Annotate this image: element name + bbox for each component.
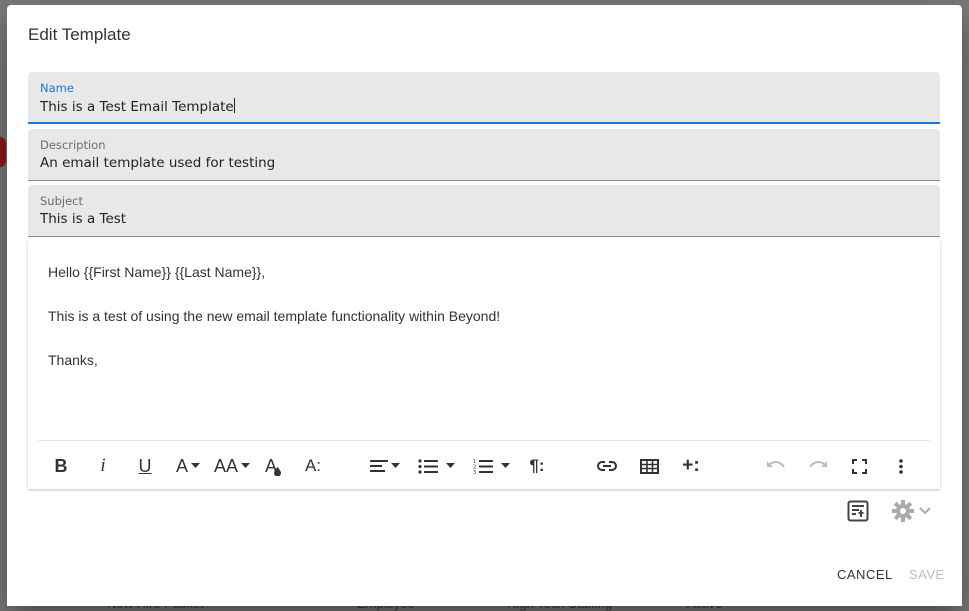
font-family-button[interactable]: A	[170, 449, 206, 483]
insert-more-button[interactable]: +:	[676, 449, 706, 483]
chevron-down-icon	[241, 463, 250, 468]
underline-icon: U	[138, 455, 152, 476]
save-button[interactable]: SAVE	[909, 563, 945, 587]
settings-menu-button[interactable]	[892, 497, 938, 525]
description-label: Description	[40, 138, 106, 152]
toolbar-divider	[38, 440, 930, 441]
font-size-icon: AA	[213, 455, 238, 476]
subject-input[interactable]: This is a Test	[40, 211, 126, 227]
description-field[interactable]: Description An email template used for t…	[28, 129, 940, 181]
align-button[interactable]	[366, 449, 404, 483]
font-family-icon: A	[175, 455, 188, 476]
editor-paragraph: Hello {{First Name}} {{Last Name}},	[48, 264, 266, 280]
redo-button[interactable]	[803, 449, 833, 483]
italic-icon: i	[100, 455, 106, 476]
chevron-down-icon	[445, 463, 455, 468]
more-options-button[interactable]	[886, 449, 916, 483]
subject-label: Subject	[40, 194, 83, 208]
redo-icon	[809, 461, 827, 468]
cancel-button[interactable]: CANCEL	[837, 563, 893, 587]
edit-template-dialog: Edit Template Name This is a Test Email …	[7, 5, 962, 606]
name-value: This is a Test Email Template	[40, 99, 234, 115]
undo-button[interactable]	[761, 449, 791, 483]
fullscreen-button[interactable]	[844, 449, 874, 483]
name-input[interactable]: This is a Test Email Template	[40, 98, 235, 115]
plus-icon: +:	[682, 455, 700, 476]
inline-style-button[interactable]: A:	[298, 449, 328, 483]
bold-icon: B	[54, 455, 68, 476]
name-label: Name	[40, 81, 74, 95]
more-vertical-icon	[899, 458, 903, 474]
bullet-list-icon	[417, 458, 438, 474]
subject-field[interactable]: Subject This is a Test	[28, 185, 940, 237]
template-fields-button[interactable]	[847, 497, 873, 525]
link-icon	[597, 461, 617, 471]
chevron-down-icon	[391, 463, 400, 468]
text-color-button[interactable]: A	[258, 449, 288, 483]
pilcrow-icon: ¶:	[529, 456, 545, 475]
gear-icon	[892, 500, 914, 522]
editor-content[interactable]: Hello {{First Name}} {{Last Name}}, This…	[48, 261, 920, 393]
font-size-button[interactable]: AA	[212, 449, 252, 483]
background-badge	[0, 137, 6, 167]
underline-button[interactable]: U	[130, 449, 160, 483]
chevron-down-icon	[191, 463, 200, 468]
italic-button[interactable]: i	[88, 449, 118, 483]
rich-text-editor[interactable]: Hello {{First Name}} {{Last Name}}, This…	[28, 239, 940, 489]
text-color-icon: A	[264, 455, 277, 476]
insert-table-button[interactable]	[634, 449, 664, 483]
text-caret	[233, 98, 235, 113]
fullscreen-icon	[851, 458, 867, 474]
undo-icon	[767, 461, 785, 468]
ordered-list-button[interactable]: 123	[468, 449, 514, 483]
numbered-list-icon: 123	[473, 459, 493, 474]
inline-style-icon: A:	[304, 456, 322, 475]
table-icon	[639, 458, 659, 474]
description-input[interactable]: An email template used for testing	[40, 155, 275, 171]
align-left-icon	[370, 460, 388, 472]
insert-link-button[interactable]	[592, 449, 622, 483]
editor-paragraph: This is a test of using the new email te…	[48, 308, 501, 324]
dialog-title: Edit Template	[28, 25, 131, 44]
editor-paragraph: Thanks,	[48, 352, 98, 368]
chevron-down-icon	[500, 463, 510, 468]
name-field[interactable]: Name This is a Test Email Template	[28, 72, 940, 124]
svg-text:3: 3	[473, 470, 476, 474]
editor-toolbar: B i U A AA A A: 1 2 3 ¶: +:	[28, 449, 940, 483]
chevron-down-icon	[919, 507, 931, 515]
paragraph-format-button[interactable]: ¶:	[522, 449, 552, 483]
bold-button[interactable]: B	[46, 449, 76, 483]
template-fields-icon	[847, 500, 869, 522]
unordered-list-button[interactable]	[414, 449, 458, 483]
